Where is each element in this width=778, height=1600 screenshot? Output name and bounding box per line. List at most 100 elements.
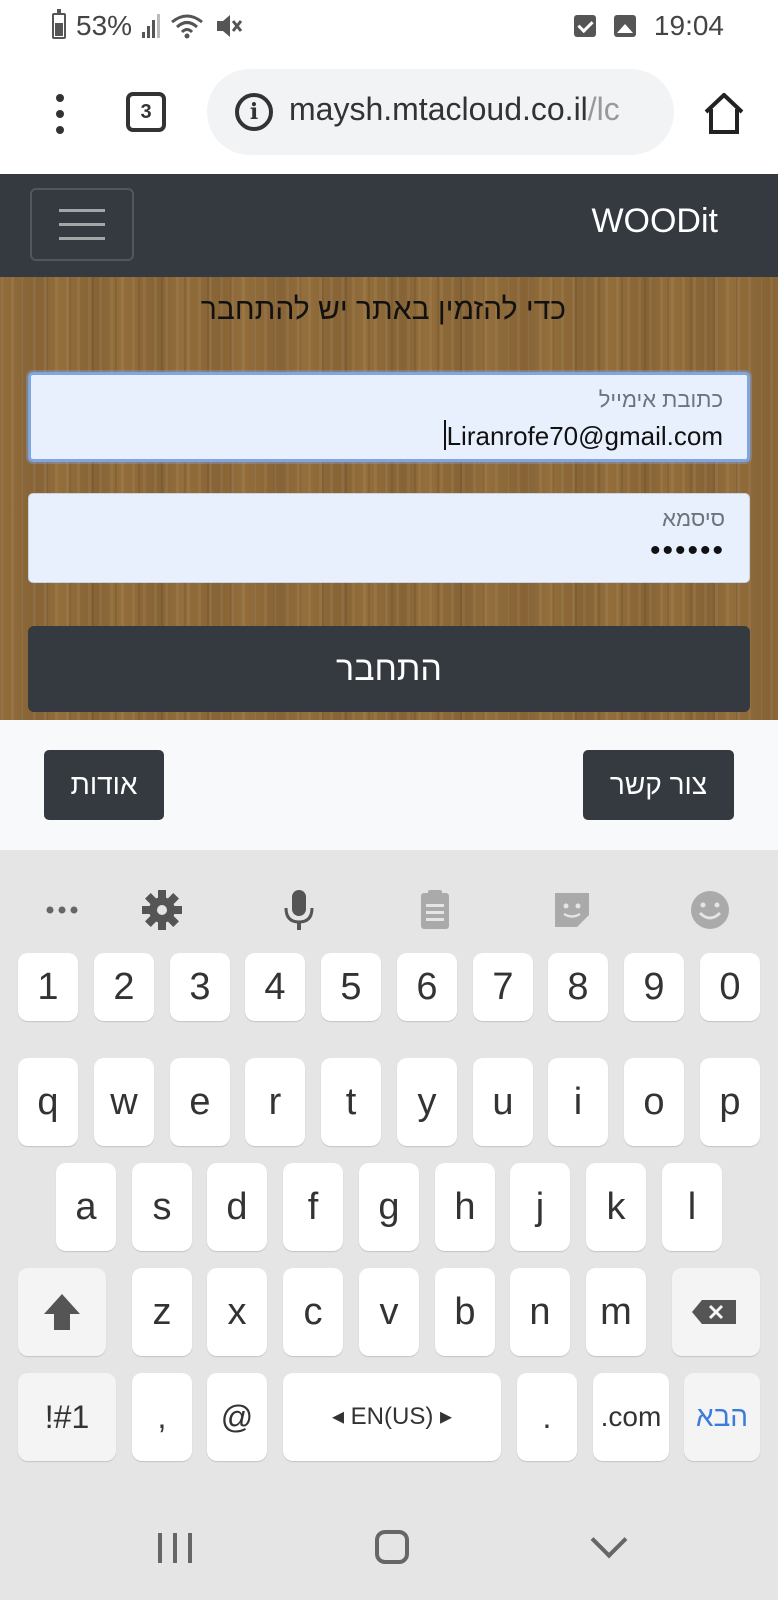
key-label: v bbox=[379, 1291, 399, 1333]
key-b[interactable]: b bbox=[435, 1268, 495, 1356]
backspace-key[interactable] bbox=[672, 1268, 760, 1356]
key-3[interactable]: 3 bbox=[170, 953, 230, 1021]
key-9[interactable]: 9 bbox=[624, 953, 684, 1021]
status-right: 19:04 bbox=[573, 10, 724, 42]
footer: אודות צור קשר bbox=[0, 720, 778, 850]
key-z[interactable]: z bbox=[132, 1268, 192, 1356]
key-e[interactable]: e bbox=[170, 1058, 230, 1146]
symbols-key[interactable]: !#1 bbox=[18, 1373, 116, 1461]
about-button[interactable]: אודות bbox=[44, 750, 164, 820]
home-button-icon[interactable] bbox=[375, 1530, 409, 1564]
info-icon[interactable]: i bbox=[235, 93, 273, 131]
key-v[interactable]: v bbox=[359, 1268, 419, 1356]
dotcom-key[interactable]: .com bbox=[593, 1373, 669, 1461]
key-k[interactable]: k bbox=[586, 1163, 646, 1251]
key-label: n bbox=[529, 1291, 551, 1333]
shift-key[interactable] bbox=[18, 1268, 106, 1356]
key-r[interactable]: r bbox=[245, 1058, 305, 1146]
key-g[interactable]: g bbox=[359, 1163, 419, 1251]
key-label: x bbox=[227, 1291, 247, 1333]
emoji-icon[interactable] bbox=[688, 888, 732, 932]
home-icon[interactable] bbox=[702, 90, 746, 136]
password-field[interactable]: סיסמא •••••• bbox=[28, 493, 750, 583]
key-label: k bbox=[606, 1186, 626, 1228]
key-label: , bbox=[157, 1399, 167, 1435]
key-n[interactable]: n bbox=[510, 1268, 570, 1356]
image-notification-icon bbox=[613, 15, 636, 37]
sticker-icon[interactable] bbox=[550, 888, 594, 932]
battery-percent: 53% bbox=[76, 10, 133, 41]
tab-switcher-button[interactable]: 3 bbox=[126, 92, 166, 132]
key-h[interactable]: h bbox=[435, 1163, 495, 1251]
at-key[interactable]: @ bbox=[207, 1373, 267, 1461]
key-label: u bbox=[492, 1081, 514, 1123]
key-5[interactable]: 5 bbox=[321, 953, 381, 1021]
key-8[interactable]: 8 bbox=[548, 953, 608, 1021]
recent-apps-icon[interactable] bbox=[158, 1533, 192, 1563]
email-field[interactable]: כתובת אימייל Liranrofe70@gmail.com bbox=[28, 372, 750, 462]
key-label: . bbox=[542, 1399, 552, 1435]
go-key[interactable]: הבא bbox=[684, 1373, 760, 1461]
key-t[interactable]: t bbox=[321, 1058, 381, 1146]
key-d[interactable]: d bbox=[207, 1163, 267, 1251]
url-path: /lc bbox=[587, 91, 620, 127]
key-label: .com bbox=[600, 1401, 662, 1432]
key-s[interactable]: s bbox=[132, 1163, 192, 1251]
key-7[interactable]: 7 bbox=[473, 953, 533, 1021]
microphone-icon[interactable] bbox=[277, 888, 321, 932]
key-label: 2 bbox=[113, 966, 135, 1008]
url-text[interactable]: maysh.mtacloud.co.il/lc bbox=[289, 91, 620, 128]
more-icon[interactable] bbox=[40, 888, 84, 932]
email-value[interactable]: Liranrofe70@gmail.com bbox=[443, 420, 723, 452]
key-a[interactable]: a bbox=[56, 1163, 116, 1251]
brand-logo[interactable]: WOODit bbox=[591, 202, 718, 241]
key-l[interactable]: l bbox=[662, 1163, 722, 1251]
login-notice: כדי להזמין באתר יש להתחבר bbox=[200, 293, 566, 326]
key-u[interactable]: u bbox=[473, 1058, 533, 1146]
key-0[interactable]: 0 bbox=[700, 953, 760, 1021]
key-label: p bbox=[719, 1081, 741, 1123]
key-2[interactable]: 2 bbox=[94, 953, 154, 1021]
key-label: j bbox=[535, 1186, 545, 1228]
clipboard-icon[interactable] bbox=[413, 888, 457, 932]
password-label: סיסמא bbox=[662, 506, 725, 531]
settings-gear-icon[interactable] bbox=[140, 888, 184, 932]
menu-toggle-button[interactable] bbox=[30, 188, 134, 261]
browser-toolbar: 3 i maysh.mtacloud.co.il/lc bbox=[0, 56, 778, 174]
key-f[interactable]: f bbox=[283, 1163, 343, 1251]
key-label: z bbox=[152, 1291, 172, 1333]
key-4[interactable]: 4 bbox=[245, 953, 305, 1021]
key-c[interactable]: c bbox=[283, 1268, 343, 1356]
shift-arrow-icon bbox=[44, 1294, 80, 1330]
key-label: f bbox=[307, 1186, 319, 1228]
key-i[interactable]: i bbox=[548, 1058, 608, 1146]
password-value[interactable]: •••••• bbox=[650, 534, 725, 568]
key-w[interactable]: w bbox=[94, 1058, 154, 1146]
key-label: r bbox=[268, 1081, 282, 1123]
status-bar: 53% 19:04 bbox=[0, 0, 778, 56]
back-chevron-icon[interactable] bbox=[590, 1521, 628, 1559]
key-label: 8 bbox=[567, 966, 589, 1008]
email-label: כתובת אימייל bbox=[598, 387, 723, 412]
comma-key[interactable]: , bbox=[132, 1373, 192, 1461]
status-left: 53% bbox=[52, 9, 244, 42]
key-o[interactable]: o bbox=[624, 1058, 684, 1146]
key-label: q bbox=[37, 1081, 59, 1123]
site-navbar: WOODit bbox=[0, 174, 778, 277]
address-bar[interactable]: i maysh.mtacloud.co.il/lc bbox=[207, 69, 674, 155]
key-p[interactable]: p bbox=[700, 1058, 760, 1146]
space-language-key[interactable]: ◂ EN(US) ▸ bbox=[283, 1373, 501, 1461]
key-m[interactable]: m bbox=[586, 1268, 646, 1356]
login-button[interactable]: התחבר bbox=[28, 626, 750, 712]
key-j[interactable]: j bbox=[510, 1163, 570, 1251]
more-options-icon[interactable] bbox=[44, 86, 76, 142]
key-label: 3 bbox=[189, 966, 211, 1008]
key-y[interactable]: y bbox=[397, 1058, 457, 1146]
key-x[interactable]: x bbox=[207, 1268, 267, 1356]
key-6[interactable]: 6 bbox=[397, 953, 457, 1021]
period-key[interactable]: . bbox=[517, 1373, 577, 1461]
soft-keyboard: 1 2 3 4 5 6 7 8 9 0 q w e r t y u i o p … bbox=[0, 850, 778, 1475]
key-1[interactable]: 1 bbox=[18, 953, 78, 1021]
key-q[interactable]: q bbox=[18, 1058, 78, 1146]
contact-button[interactable]: צור קשר bbox=[583, 750, 734, 820]
